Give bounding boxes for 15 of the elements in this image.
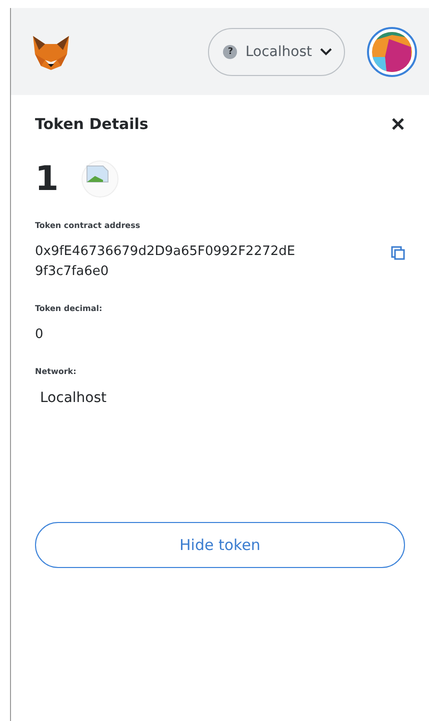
broken-image-icon xyxy=(80,160,119,198)
field-value: 0 xyxy=(35,326,44,344)
hide-token-button[interactable]: Hide token xyxy=(35,522,405,568)
field-label: Network: xyxy=(35,367,78,376)
copy-icon[interactable] xyxy=(391,246,405,260)
page-title: Token Details xyxy=(35,115,148,133)
field-label: Token decimal: xyxy=(35,304,104,313)
token-balance: 1 xyxy=(35,159,59,199)
caret-icon xyxy=(320,48,332,56)
contract-address: 0x9fE46736679d2D9a65F0992F2272dE9f3c7fa6e0 xyxy=(35,243,296,281)
account-avatar[interactable] xyxy=(367,26,417,76)
field-value: Localhost xyxy=(39,389,107,408)
field-label: Token contract address xyxy=(35,221,142,230)
network-dropdown[interactable]: ? Localhost xyxy=(208,28,345,76)
close-icon[interactable] xyxy=(391,117,405,131)
